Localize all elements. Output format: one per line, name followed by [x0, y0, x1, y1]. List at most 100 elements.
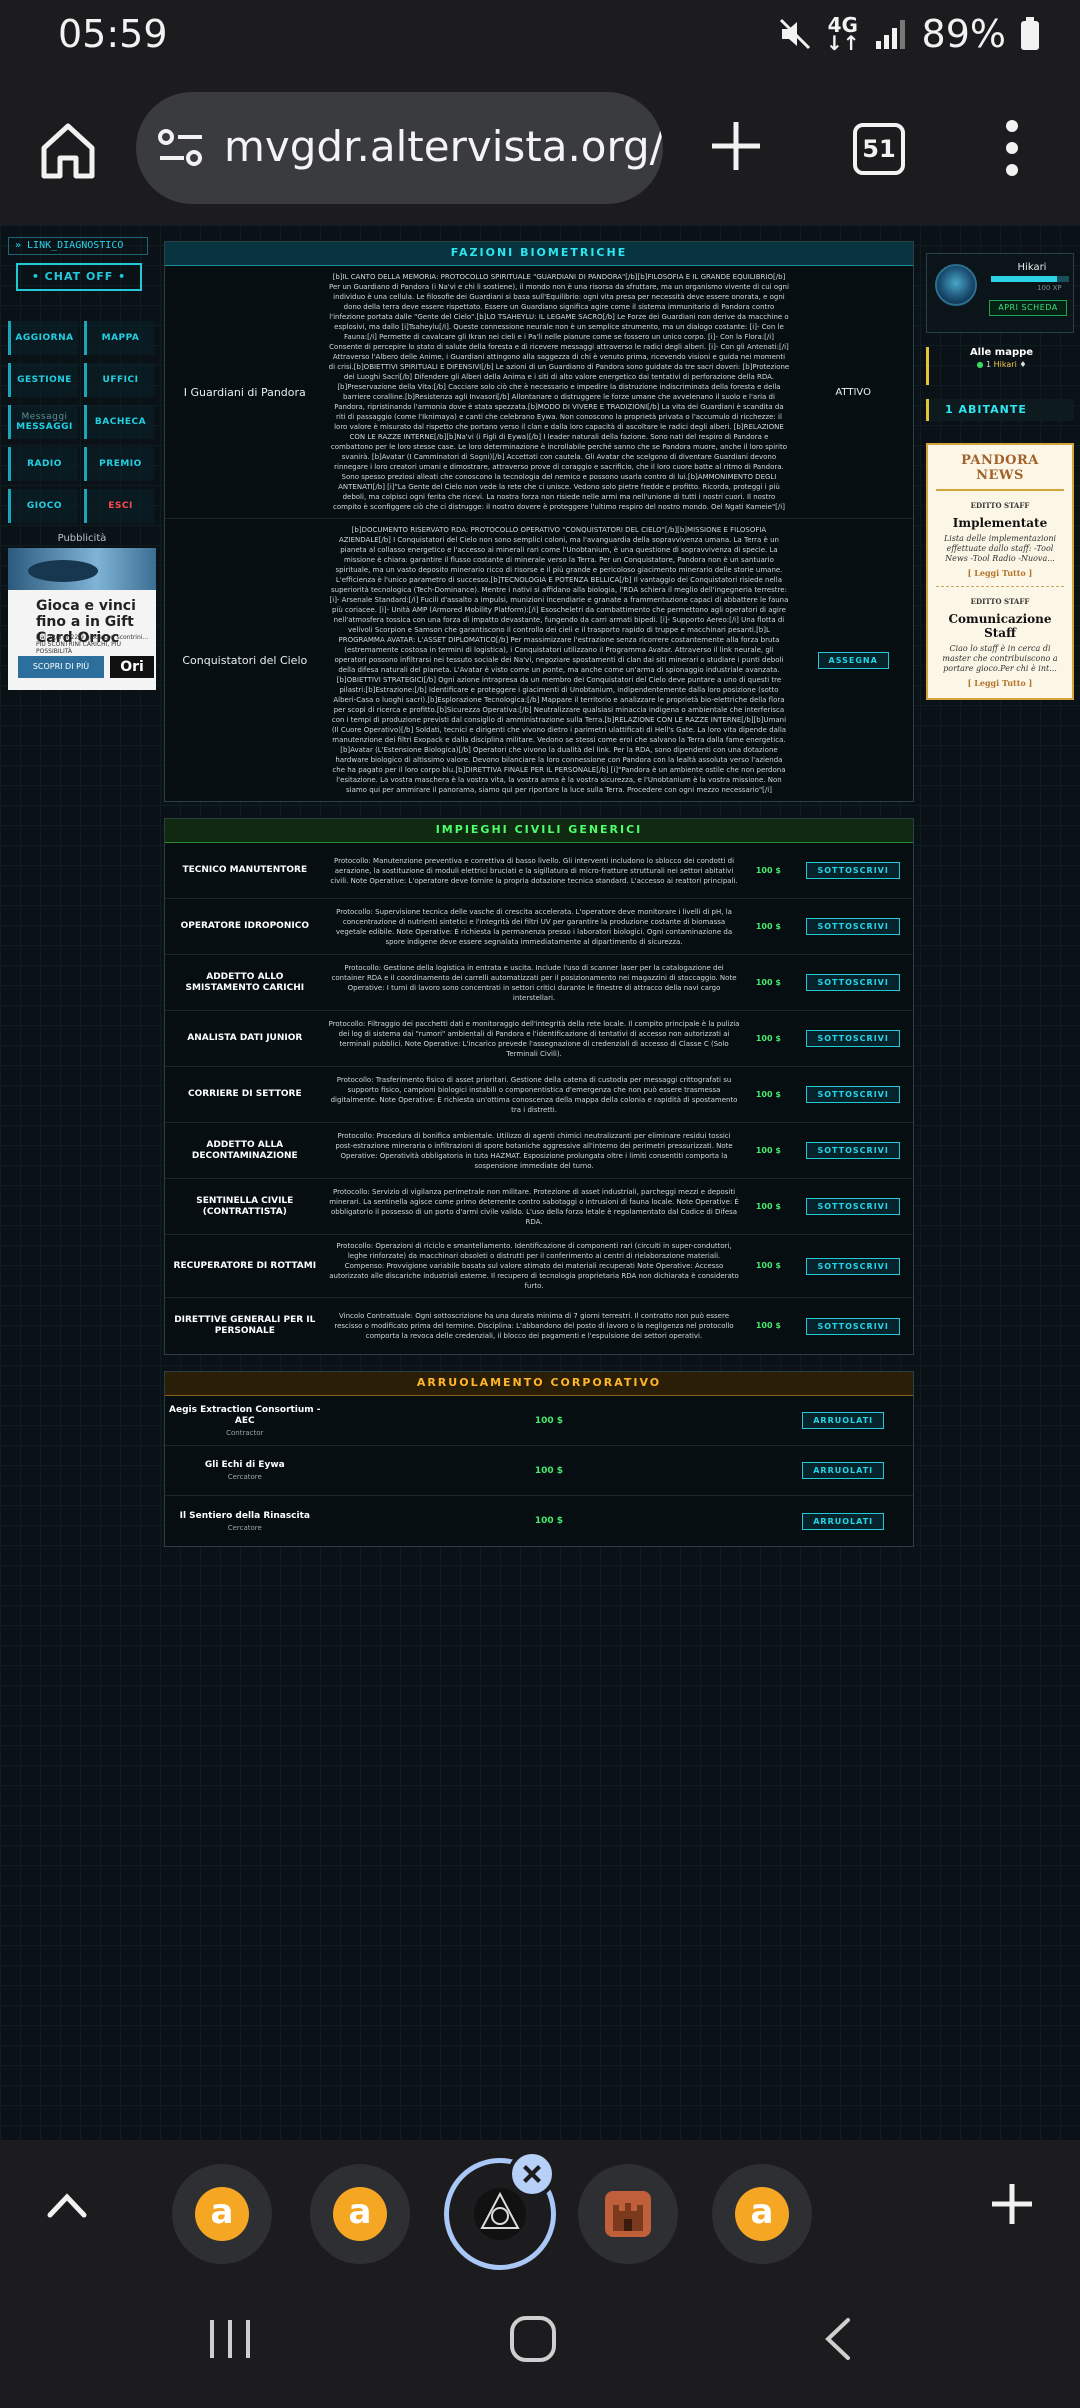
job-title: OPERATORE IDROPONICO — [180, 921, 309, 931]
battery-icon — [1021, 17, 1039, 50]
job-title: ADDETTO ALLO SMISTAMENTO CARICHI — [185, 971, 305, 993]
online-user[interactable]: Hikari — [994, 360, 1017, 369]
news-body: Lista delle implementazioni effettuate d… — [943, 534, 1057, 563]
map-online: ● 1 Hikari ♦ — [976, 360, 1027, 369]
job-row: ADDETTO ALLO SMISTAMENTO CARICHI Protocol… — [165, 955, 913, 1011]
nav-mappa[interactable]: MAPPA — [84, 321, 154, 355]
corporation-role: Cercatore — [227, 1473, 262, 1481]
corporate-heading: ARRUOLAMENTO CORPORATIVO — [165, 1372, 913, 1396]
tab-thumb[interactable]: a — [172, 2164, 272, 2264]
job-row: DIRETTIVE GENERALI PER IL PERSONALE Vinco… — [165, 1298, 913, 1354]
job-description: Protocollo: Gestione della logistica in … — [331, 963, 737, 1002]
tab-thumb[interactable]: a — [712, 2164, 812, 2264]
nav-gioco[interactable]: GIOCO — [8, 489, 78, 523]
open-sheet-button[interactable]: APRI SCHEDA — [989, 300, 1067, 316]
nav-bacheca[interactable]: BACHECA — [84, 405, 154, 439]
address-bar[interactable]: mvgdr.altervista.org/ — [136, 92, 663, 204]
subscribe-button[interactable]: SOTTOSCRIVI — [806, 974, 900, 991]
job-description: Protocollo: Procedura di bonifica ambien… — [335, 1131, 733, 1170]
enlist-button[interactable]: ARRUOLATI — [802, 1462, 885, 1479]
news-headline: Implementate — [952, 516, 1048, 530]
status-bar: 05:59 4G ↓↑ 89% — [0, 0, 1080, 70]
jobs-heading: IMPIEGHI CIVILI GENERICI — [165, 819, 913, 843]
altervista-icon: a — [195, 2187, 249, 2241]
news-headline: Comunicazione Staff — [948, 612, 1052, 640]
nav-uffici[interactable]: UFFICI — [84, 363, 154, 397]
job-title: ADDETTO ALLA DECONTAMINAZIONE — [191, 1139, 298, 1161]
nav-messaggi[interactable]: Messaggi MESSAGGI — [8, 405, 78, 439]
map-title[interactable]: Alle mappe — [970, 347, 1033, 358]
factions-heading: FAZIONI BIOMETRICHE — [165, 242, 913, 266]
subscribe-button[interactable]: SOTTOSCRIVI — [806, 1086, 900, 1103]
back-icon[interactable] — [822, 2316, 854, 2362]
nav-premio[interactable]: PREMIO — [84, 447, 154, 481]
avatar[interactable] — [935, 264, 977, 306]
subscribe-button[interactable]: SOTTOSCRIVI — [806, 1317, 900, 1335]
enlist-button[interactable]: ARRUOLATI — [802, 1412, 885, 1429]
online-count: 1 — [986, 360, 992, 369]
link-diagnostico[interactable]: » LINK_DIAGNOSTICO — [8, 237, 148, 255]
network-indicator: 4G ↓↑ — [826, 13, 860, 55]
nav-gestione[interactable]: GESTIONE — [8, 363, 78, 397]
close-tab-icon[interactable] — [508, 2150, 556, 2198]
left-sidebar: » LINK_DIAGNOSTICO • CHAT OFF • AGGIORNA… — [8, 237, 156, 690]
tab-thumb[interactable]: a — [310, 2164, 410, 2264]
faction-name: I Guardiani di Pandora — [183, 385, 306, 399]
nav-radio[interactable]: RADIO — [8, 447, 78, 481]
add-tab-icon[interactable] — [988, 2180, 1036, 2228]
url-text[interactable]: mvgdr.altervista.org/ — [224, 122, 663, 171]
home-icon[interactable] — [36, 118, 100, 182]
corporation-name: Il Sentiero della Rinascita — [179, 1510, 310, 1521]
map-link[interactable]: Alle mappe ● 1 Hikari ♦ — [926, 347, 1074, 385]
corporation-pay: 100 $ — [534, 1516, 564, 1526]
ad-cta-button[interactable]: SCOPRI DI PIÙ — [18, 656, 104, 678]
site-settings-icon[interactable] — [158, 128, 204, 168]
ad-banner[interactable]: Gioca e vinci fino a in Gift Card Orioc … — [8, 548, 156, 690]
ad-label: Pubblicità — [57, 533, 107, 544]
more-menu-icon[interactable] — [1004, 118, 1020, 178]
job-title: TECNICO MANUTENTORE — [182, 865, 308, 875]
ad-image — [8, 548, 156, 590]
subscribe-button[interactable]: SOTTOSCRIVI — [806, 1257, 900, 1275]
tab-thumb[interactable] — [578, 2164, 678, 2264]
tab-switcher-button[interactable]: 51 — [853, 123, 905, 175]
ad-eye-graphic — [28, 560, 98, 582]
job-pay: 100 $ — [755, 1201, 781, 1211]
new-tab-icon[interactable] — [708, 118, 764, 174]
subscribe-button[interactable]: SOTTOSCRIVI — [806, 1030, 900, 1047]
home-button-icon[interactable] — [508, 2314, 558, 2364]
browser-toolbar: mvgdr.altervista.org/ 51 — [0, 70, 1080, 225]
inhabitants-counter[interactable]: 1 ABITANTE — [926, 399, 1074, 421]
tab-strip: a a a — [0, 2140, 1080, 2270]
assign-button[interactable]: ASSEGNA — [817, 651, 889, 669]
corporation-row: Gli Echi di Eywa Cercatore 100 $ ARRUOLATI — [165, 1446, 913, 1496]
nav-messaggi-sub: Messaggi — [21, 412, 68, 422]
pandora-news: PANDORA NEWS EDITTO STAFF Implementate L… — [926, 443, 1074, 700]
job-description: Vincolo Contrattuale: Ogni sottoscrizion… — [334, 1312, 734, 1340]
nav-aggiorna[interactable]: AGGIORNA — [8, 321, 78, 355]
enlist-button[interactable]: ARRUOLATI — [802, 1512, 885, 1530]
job-description: Protocollo: Servizio di vigilanza perime… — [329, 1187, 739, 1226]
corporation-name: Aegis Extraction Consortium - AEC — [169, 1404, 321, 1426]
job-pay: 100 $ — [755, 865, 781, 875]
read-more-link[interactable]: [ Leggi Tutto ] — [936, 678, 1064, 688]
corporation-pay: 100 $ — [534, 1465, 564, 1476]
read-more-link[interactable]: [ Leggi Tutto ] — [936, 568, 1064, 578]
subscribe-button[interactable]: SOTTOSCRIVI — [806, 1142, 900, 1159]
nav-esci[interactable]: ESCI — [84, 489, 154, 523]
job-pay: 100 $ — [755, 977, 781, 987]
corporate-section: ARRUOLAMENTO CORPORATIVO Aegis Extractio… — [164, 1371, 914, 1547]
subscribe-button[interactable]: SOTTOSCRIVI — [806, 862, 900, 879]
job-title: ANALISTA DATI JUNIOR — [187, 1033, 303, 1043]
corporation-role: Cercatore — [227, 1523, 262, 1532]
chevron-up-icon[interactable] — [44, 2185, 90, 2225]
job-description: Protocollo: Filtraggio dei pacchetti dat… — [328, 1019, 740, 1058]
subscribe-button[interactable]: SOTTOSCRIVI — [806, 1198, 900, 1215]
job-row: RECUPERATORE DI ROTTAMI Protocollo: Opera… — [165, 1235, 913, 1298]
subscribe-button[interactable]: SOTTOSCRIVI — [806, 918, 900, 935]
recent-apps-icon[interactable] — [206, 2316, 254, 2362]
faction-name: Conquistatori del Cielo — [182, 653, 308, 667]
web-page: » LINK_DIAGNOSTICO • CHAT OFF • AGGIORNA… — [0, 225, 1080, 2140]
chat-toggle-button[interactable]: • CHAT OFF • — [16, 263, 142, 291]
nav-messaggi-label: MESSAGGI — [16, 422, 73, 432]
